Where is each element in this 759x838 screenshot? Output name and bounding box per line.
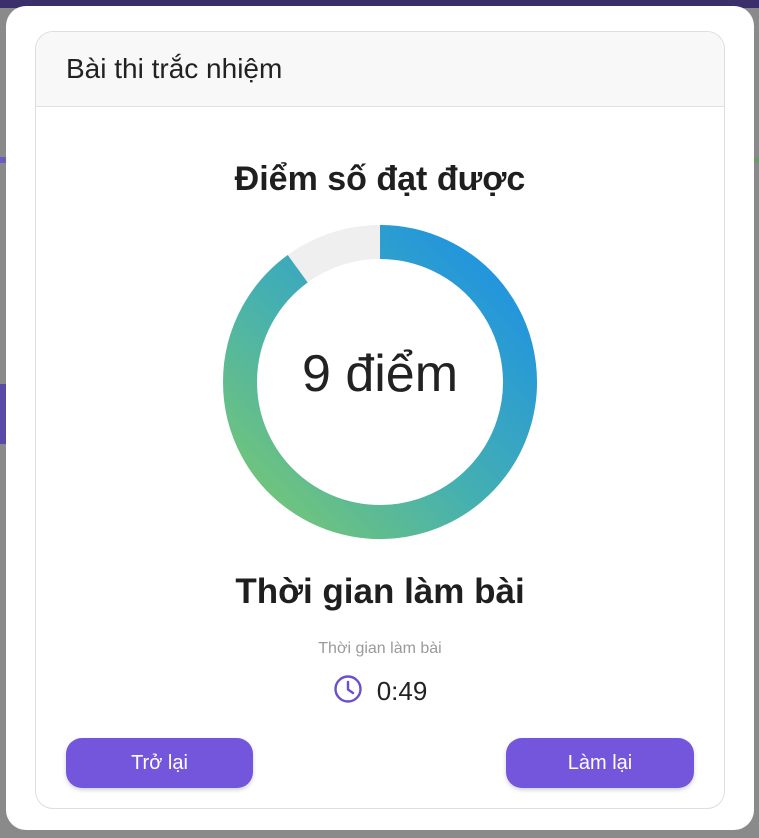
time-row: 0:49: [36, 674, 724, 709]
score-progress-ring: 9 điểm: [222, 224, 538, 540]
back-button[interactable]: Trở lại: [66, 738, 253, 788]
time-heading: Thời gian làm bài: [235, 572, 525, 611]
time-value: 0:49: [376, 676, 428, 706]
quiz-result-card: Bài thi trắc nhiệm Điểm số đạt được 9 đi…: [35, 31, 725, 809]
clock-icon: [333, 674, 363, 709]
score-heading: Điểm số đạt được: [234, 160, 526, 198]
card-header: Bài thi trắc nhiệm: [36, 32, 724, 107]
card-title: Bài thi trắc nhiệm: [66, 53, 283, 84]
score-value: 9 điểm: [301, 345, 459, 403]
result-modal: Bài thi trắc nhiệm Điểm số đạt được 9 đi…: [6, 6, 754, 830]
time-caption: Thời gian làm bài: [318, 640, 442, 657]
retry-button[interactable]: Làm lại: [506, 738, 694, 788]
